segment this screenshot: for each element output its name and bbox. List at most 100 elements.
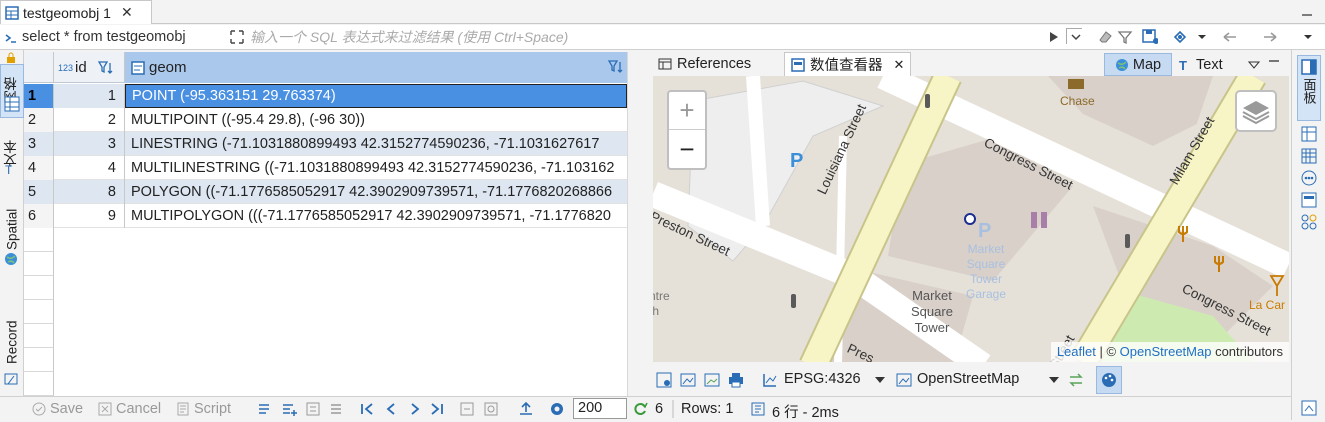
save-button[interactable]: Save bbox=[32, 401, 83, 417]
dots-icon[interactable] bbox=[1301, 170, 1317, 186]
edit-row-icon[interactable] bbox=[258, 402, 274, 416]
matrix-icon[interactable] bbox=[1301, 148, 1317, 164]
tab-record-view[interactable]: Record bbox=[0, 312, 24, 372]
cell-geom[interactable]: MULTIPOLYGON (((-71.1776585052917 42.390… bbox=[125, 204, 627, 228]
geom-sort-filter-icon[interactable] bbox=[607, 59, 625, 75]
cell-id[interactable]: 4 bbox=[54, 156, 125, 180]
cell-geom[interactable]: MULTILINESTRING ((-71.1031880899493 42.3… bbox=[125, 156, 627, 180]
text-mode-button[interactable]: T Text bbox=[1178, 53, 1223, 76]
osm-link[interactable]: OpenStreetMap bbox=[1120, 344, 1212, 359]
script-button[interactable]: Script bbox=[176, 401, 231, 417]
map-mode-button[interactable]: Map bbox=[1104, 53, 1172, 76]
building-market-square-tower: Market Square Tower bbox=[911, 288, 953, 336]
leaflet-link[interactable]: Leaflet bbox=[1057, 344, 1096, 359]
filter-input[interactable]: 输入一个 SQL 表达式来过滤结果 (使用 Ctrl+Space) bbox=[250, 27, 1040, 48]
save-filter-icon[interactable] bbox=[1142, 29, 1158, 45]
table-row[interactable]: 3 3 LINESTRING (-71.1031880899493 42.315… bbox=[24, 132, 627, 156]
tiles-value[interactable]: OpenStreetMap bbox=[917, 371, 1019, 387]
view-menu-icon[interactable] bbox=[1248, 60, 1260, 70]
fetch-all-icon[interactable] bbox=[484, 402, 500, 416]
add-row-icon[interactable] bbox=[282, 402, 298, 416]
crs-value[interactable]: EPSG:4326 bbox=[784, 371, 861, 387]
zoom-in-button[interactable]: + bbox=[669, 92, 705, 130]
panels-label: 面板 bbox=[1301, 78, 1317, 104]
refresh-icon[interactable] bbox=[632, 401, 648, 417]
refresh-count[interactable]: 6 bbox=[655, 401, 663, 417]
table-row[interactable]: 6 9 MULTIPOLYGON (((-71.1776585052917 42… bbox=[24, 204, 627, 228]
table-row[interactable]: 1 1 POINT (-95.363151 29.763374) bbox=[24, 84, 627, 108]
export-icon[interactable] bbox=[518, 401, 534, 417]
tab-references[interactable]: References bbox=[652, 52, 757, 76]
cell-geom[interactable]: POLYGON ((-71.1776585052917 42.390290973… bbox=[125, 180, 627, 204]
cancel-icon bbox=[98, 402, 112, 416]
save-image-icon[interactable] bbox=[704, 372, 720, 388]
link-icon[interactable] bbox=[1172, 29, 1188, 45]
more-icon[interactable] bbox=[1300, 29, 1316, 45]
map-view[interactable]: Chase P P Preston Street Louisiana Stree… bbox=[653, 76, 1289, 362]
close-tab-icon[interactable]: ✕ bbox=[121, 4, 133, 21]
print-icon[interactable] bbox=[728, 372, 744, 388]
panels-toggle[interactable]: 面板 bbox=[1297, 55, 1321, 121]
last-page-icon[interactable] bbox=[430, 402, 446, 416]
grid-vertical-scrollbar[interactable] bbox=[627, 52, 649, 396]
column-header-id[interactable]: 123 id bbox=[54, 52, 125, 83]
swap-icon[interactable] bbox=[1068, 372, 1084, 388]
cancel-button[interactable]: Cancel bbox=[98, 401, 161, 417]
cell-geom[interactable]: MULTIPOINT ((-95.4 29.8), (-96 30)) bbox=[125, 108, 627, 132]
fetch-next-icon[interactable] bbox=[460, 402, 476, 416]
fetch-size-input[interactable]: 200 bbox=[573, 398, 627, 419]
back-icon[interactable] bbox=[1222, 29, 1238, 45]
tab-testgeomobj[interactable]: testgeomobj 1 ✕ bbox=[0, 0, 152, 24]
empty-row bbox=[24, 372, 54, 396]
filter-config-icon[interactable] bbox=[1117, 29, 1133, 45]
column-header-geom[interactable]: geom bbox=[125, 52, 627, 83]
group-icon[interactable] bbox=[1301, 214, 1317, 230]
expand-filter-icon[interactable] bbox=[229, 29, 245, 45]
export-image-icon[interactable] bbox=[680, 372, 696, 388]
column-name-id: id bbox=[75, 59, 87, 76]
cell-id[interactable]: 8 bbox=[54, 180, 125, 204]
table-row[interactable]: 2 2 MULTIPOINT ((-95.4 29.8), (-96 30)) bbox=[24, 108, 627, 132]
references-icon bbox=[658, 58, 672, 70]
cell-id[interactable]: 1 bbox=[54, 84, 125, 108]
tiles-icon bbox=[896, 373, 912, 387]
first-page-icon[interactable] bbox=[360, 402, 376, 416]
cell-id[interactable]: 9 bbox=[54, 204, 125, 228]
row-number: 4 bbox=[24, 156, 54, 180]
tiles-dropdown-icon[interactable] bbox=[1048, 376, 1060, 384]
crs-dropdown-icon[interactable] bbox=[874, 376, 886, 384]
minimize-panel-icon[interactable] bbox=[1268, 57, 1280, 67]
palette-toggle[interactable] bbox=[1096, 366, 1122, 394]
cell-id[interactable]: 2 bbox=[54, 108, 125, 132]
cell-id[interactable]: 3 bbox=[54, 132, 125, 156]
map-tiles[interactable] bbox=[653, 76, 1289, 362]
row-number-header[interactable] bbox=[24, 52, 54, 83]
table-row[interactable]: 4 4 MULTILINESTRING ((-71.1031880899493 … bbox=[24, 156, 627, 180]
maximize-panel-icon[interactable] bbox=[1301, 400, 1317, 416]
zoom-out-button[interactable]: − bbox=[669, 130, 705, 168]
zoom-to-fit-icon[interactable] bbox=[656, 372, 672, 388]
filter-history-dropdown-icon[interactable] bbox=[1066, 28, 1082, 44]
form-icon[interactable] bbox=[1301, 192, 1317, 208]
link-dropdown-icon[interactable] bbox=[1196, 29, 1212, 45]
tab-value-viewer[interactable]: 数值查看器 ✕ bbox=[784, 52, 912, 76]
close-value-viewer-icon[interactable]: ✕ bbox=[894, 57, 905, 73]
layers-button[interactable] bbox=[1235, 90, 1277, 132]
references-label: References bbox=[677, 56, 752, 72]
eraser-icon[interactable] bbox=[1097, 29, 1113, 45]
delete-row-icon[interactable] bbox=[330, 402, 346, 416]
next-page-icon[interactable] bbox=[408, 402, 424, 416]
minimize-icon[interactable] bbox=[1300, 5, 1314, 19]
empty-row bbox=[24, 252, 54, 276]
previous-page-icon[interactable] bbox=[384, 402, 400, 416]
cell-geom[interactable]: LINESTRING (-71.1031880899493 42.3152774… bbox=[125, 132, 627, 156]
apply-filter-icon[interactable] bbox=[1046, 29, 1062, 45]
grid-panel-icon[interactable] bbox=[1301, 126, 1317, 142]
settings-gear-icon[interactable] bbox=[549, 401, 565, 417]
table-row[interactable]: 5 8 POLYGON ((-71.1776585052917 42.39029… bbox=[24, 180, 627, 204]
sort-filter-icon[interactable] bbox=[97, 60, 115, 76]
globe-icon bbox=[5, 253, 17, 265]
cell-geom[interactable]: POINT (-95.363151 29.763374) bbox=[125, 84, 627, 108]
forward-icon[interactable] bbox=[1262, 29, 1278, 45]
copy-row-icon[interactable] bbox=[306, 402, 322, 416]
